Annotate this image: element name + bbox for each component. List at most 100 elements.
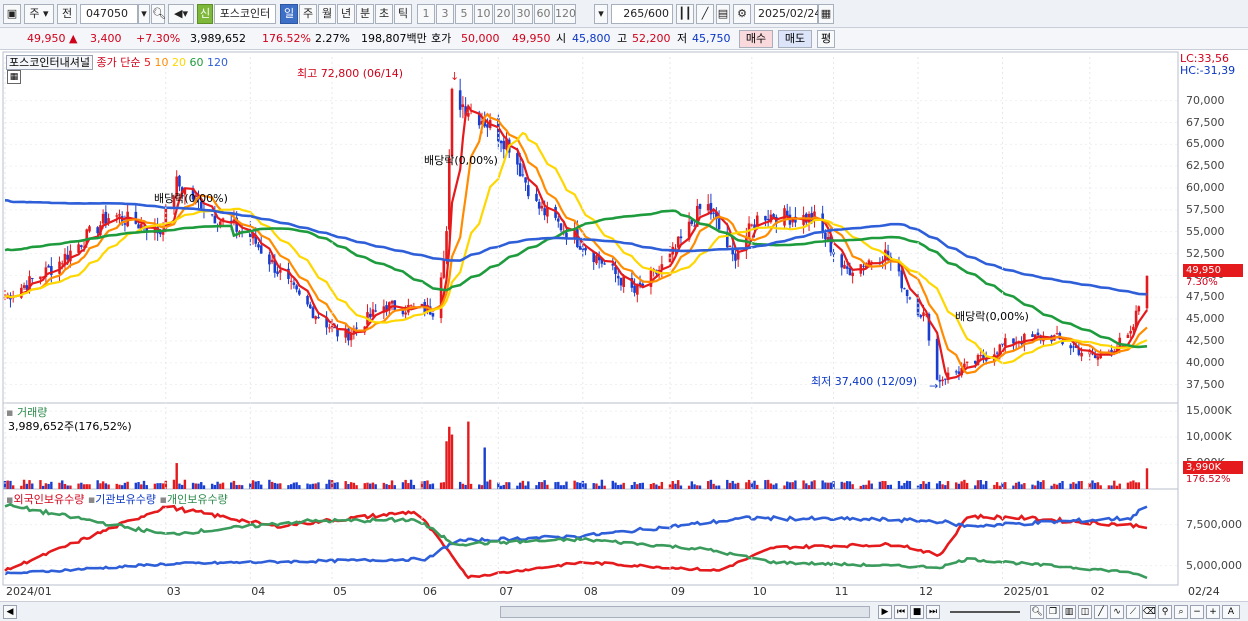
volume-bar — [120, 485, 124, 489]
stop-icon[interactable]: ■ — [910, 605, 924, 619]
volume-bar — [965, 482, 969, 489]
font-size-icon[interactable]: A — [1222, 605, 1240, 619]
rewind-icon[interactable]: ⏮ — [894, 605, 908, 619]
volume-bar — [311, 483, 315, 489]
volume-bar — [344, 481, 347, 489]
volume-bar — [619, 484, 623, 489]
stock-code-input[interactable]: 047050 — [80, 4, 138, 24]
volume-bar — [333, 482, 336, 489]
sell-button[interactable]: 매도 — [778, 30, 812, 48]
speaker-icon[interactable]: ◀▾ — [168, 4, 194, 24]
save-icon[interactable]: ▤ — [716, 4, 730, 24]
interval-tab-3[interactable]: 3 — [436, 4, 454, 24]
search-icon[interactable]: 🔍︎ — [151, 4, 166, 24]
volume-bar — [486, 481, 489, 489]
pin-icon[interactable]: ⌕ — [1174, 605, 1188, 619]
eval-button[interactable]: 평 — [817, 30, 835, 48]
period-tab-5[interactable]: 초 — [375, 4, 393, 24]
fib-tool-icon[interactable]: ⟋ — [1126, 605, 1140, 619]
volume-bar — [946, 481, 950, 489]
copy-icon[interactable]: ❐ — [1046, 605, 1060, 619]
volume-bar — [175, 463, 178, 489]
chart-scrollbar[interactable]: ◀ ▶ ⏮ ■ ⏭ 🔍︎ ❐ ▥ ◫ ╱ ∿ ⟋ ⌫ ⚲ ⌕ − + A — [0, 601, 1248, 621]
buy-button[interactable]: 매수 — [739, 30, 773, 48]
volume-bar — [268, 479, 271, 489]
period-tab-6[interactable]: 틱 — [394, 4, 412, 24]
interval-tab-20[interactable]: 20 — [494, 4, 513, 24]
candle-body — [450, 88, 454, 157]
zoom-icon[interactable]: 🔍︎ — [1030, 605, 1044, 619]
interval-tab-30[interactable]: 30 — [514, 4, 533, 24]
zoom-in-icon[interactable]: + — [1206, 605, 1220, 619]
volume-bar — [1031, 484, 1034, 489]
candle-body — [1132, 326, 1135, 331]
volume-bar — [202, 485, 206, 489]
high-annotation: 최고 72,800 (06/14) — [297, 67, 404, 80]
holdings-legend: ▪외국인보유수량 ▪기관보유수량 ▪개인보유수량 — [6, 493, 228, 506]
volume-bar — [903, 483, 906, 489]
volume-bar — [412, 484, 416, 489]
volume-bar — [61, 480, 64, 489]
volume-bar — [499, 485, 503, 489]
market-select[interactable]: 주 ▾ — [24, 4, 54, 24]
period-tab-4[interactable]: 분 — [356, 4, 374, 24]
eraser-icon[interactable]: ⌫ — [1142, 605, 1156, 619]
interval-tab-1[interactable]: 1 — [417, 4, 435, 24]
holdings-line-0 — [4, 504, 1148, 580]
chart-canvas[interactable]: ↓→ — [0, 50, 1248, 601]
interval-tab-5[interactable]: 5 — [455, 4, 473, 24]
legend-foreign: 외국인보유수량 — [13, 493, 85, 506]
volume-bar — [161, 483, 165, 489]
trend-tool-icon[interactable]: ∿ — [1110, 605, 1124, 619]
stock-code-dropdown-icon[interactable]: ▾ — [138, 4, 150, 24]
date-input[interactable]: 2025/02/24 — [754, 4, 821, 24]
zoom-out-icon[interactable]: − — [1190, 605, 1204, 619]
split-icon[interactable]: ◫ — [1078, 605, 1092, 619]
ma-legend-periods: 5 10 20 60 120 — [144, 56, 228, 69]
scroll-left-icon[interactable]: ◀ — [3, 605, 17, 619]
magnifier-icon[interactable]: ⚲ — [1158, 605, 1172, 619]
interval-tab-60[interactable]: 60 — [534, 4, 553, 24]
candle-type-icon[interactable]: ┃┃ — [676, 4, 694, 24]
scroll-right-icon[interactable]: ▶ — [878, 605, 892, 619]
volume-bar — [791, 482, 794, 489]
line-tool-icon[interactable]: ╱ — [1094, 605, 1108, 619]
interval-tab-10[interactable]: 10 — [474, 4, 493, 24]
ma-legend-60: 60 — [189, 56, 207, 69]
volume-panel-frame — [2, 402, 1179, 490]
time-tick-3: 05 — [333, 585, 348, 598]
period-tab-3[interactable]: 년 — [337, 4, 355, 24]
volume-bar — [974, 485, 977, 489]
volume-bar — [464, 484, 467, 489]
volume-bar — [573, 480, 576, 489]
interval-dropdown-icon[interactable]: ▾ — [594, 4, 608, 24]
forward-icon[interactable]: ⏭ — [926, 605, 940, 619]
volume-tick-1: 10,000K — [1186, 430, 1232, 444]
volume-bar — [1091, 480, 1094, 489]
volume-bar — [1042, 480, 1045, 489]
interval-tab-120[interactable]: 120 — [554, 4, 576, 24]
volume-bar — [554, 482, 557, 489]
volume-bar — [595, 483, 598, 489]
calendar-icon[interactable]: ▦ — [818, 4, 834, 24]
stock-legend-name[interactable]: 포스코인터내셔널 — [6, 55, 93, 70]
volume-bar — [848, 481, 852, 489]
volume-bar — [1014, 482, 1018, 489]
zoom-slider[interactable] — [950, 611, 1020, 613]
period-tab-2[interactable]: 월 — [318, 4, 336, 24]
layout-icon[interactable]: ▥ — [1062, 605, 1076, 619]
period-tab-0[interactable]: 일 — [280, 4, 298, 24]
candle-body — [728, 246, 732, 248]
table-icon[interactable]: ▦ — [7, 70, 21, 84]
prev-button[interactable]: 전 — [57, 4, 77, 24]
window-menu-icon[interactable]: ▣ — [3, 4, 21, 24]
gear-icon[interactable]: ⚙ — [733, 4, 751, 24]
period-tab-1[interactable]: 주 — [299, 4, 317, 24]
volume-bar — [439, 482, 443, 489]
candle-body — [368, 313, 372, 318]
scroll-thumb[interactable] — [500, 606, 870, 618]
draw-tool-icon[interactable]: ╱ — [696, 4, 714, 24]
volume-bar — [298, 485, 301, 489]
volume-tag: 3,990K — [1183, 461, 1243, 474]
count-input[interactable]: 265/600 — [611, 4, 673, 24]
